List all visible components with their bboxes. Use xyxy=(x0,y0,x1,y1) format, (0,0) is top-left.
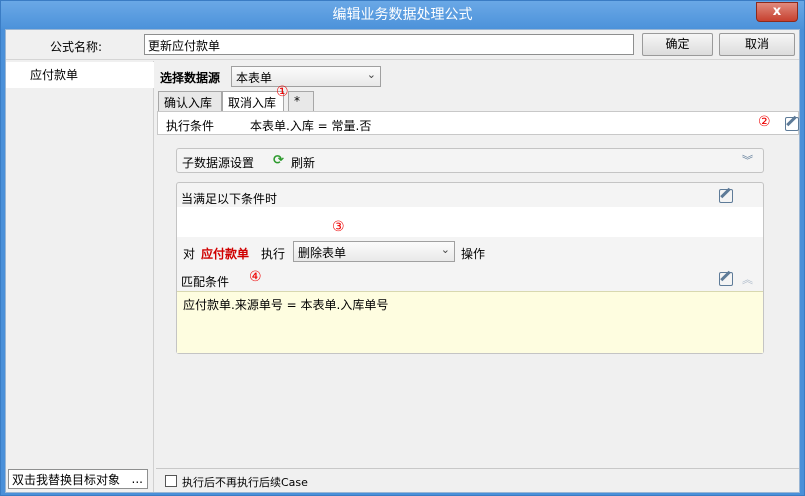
dialog-client: 公式名称: 更新应付款单 确定 取消 应付款单 双击我替换目标对象 ... 选择… xyxy=(5,29,800,493)
main-panel: 选择数据源 本表单 ⌄ 确认入库 取消入库 * ① 执行条件 本表单.入库 = … xyxy=(156,61,799,492)
close-button[interactable]: x xyxy=(756,2,798,22)
operation-value: 删除表单 xyxy=(298,246,347,260)
marker-1: ① xyxy=(276,84,289,100)
formula-name-row: 公式名称: 更新应付款单 确定 取消 xyxy=(6,30,799,60)
tab-cancel-stock-in[interactable]: 取消入库 xyxy=(222,91,284,112)
sidebar-item-payable[interactable]: 应付款单 xyxy=(6,62,154,88)
marker-2: ② xyxy=(758,114,771,130)
refresh-icon[interactable]: ⟳ xyxy=(273,153,284,168)
dialog-window: 编辑业务数据处理公式 x 公式名称: 更新应付款单 确定 取消 应付款单 双击我… xyxy=(0,0,805,496)
marker-3: ③ xyxy=(332,219,345,235)
stop-after-exec-checkbox[interactable] xyxy=(165,475,177,487)
datasource-value: 本表单 xyxy=(236,71,273,85)
execution-condition-label: 执行条件 xyxy=(166,119,215,133)
datasource-label: 选择数据源 xyxy=(160,71,221,85)
footer-bar: 执行后不再执行后续Case xyxy=(156,468,799,492)
collapse-chevron-icon[interactable]: ︽ xyxy=(742,271,753,287)
tab-new[interactable]: * xyxy=(288,91,314,111)
sub-datasource-label: 子数据源设置 xyxy=(182,156,255,170)
operation-select[interactable]: 删除表单 ⌄ xyxy=(293,241,455,262)
match-conditions-label: 匹配条件 xyxy=(181,275,230,289)
edit-icon[interactable] xyxy=(719,272,733,286)
chevron-down-icon: ⌄ xyxy=(440,243,450,256)
sub-datasource-panel: 子数据源设置 ⟳ 刷新 ︾ xyxy=(176,148,764,173)
sidebar: 应付款单 双击我替换目标对象 ... xyxy=(6,61,154,492)
stop-after-exec-label: 执行后不再执行后续Case xyxy=(182,476,308,489)
formula-name-label: 公式名称: xyxy=(50,40,103,54)
title-bar: 编辑业务数据处理公式 x xyxy=(1,1,804,29)
execution-condition-row: 执行条件 本表单.入库 = 常量.否 ② xyxy=(157,111,799,135)
cancel-button[interactable]: 取消 xyxy=(719,33,795,56)
edit-icon[interactable] xyxy=(785,117,799,131)
replace-target-text: 双击我替换目标对象 xyxy=(12,473,121,487)
execution-condition-value: 本表单.入库 = 常量.否 xyxy=(250,119,372,133)
expand-chevron-icon[interactable]: ︾ xyxy=(742,152,753,168)
datasource-select[interactable]: 本表单 ⌄ xyxy=(231,66,381,87)
op-mid: 执行 xyxy=(261,247,286,261)
match-conditions-value: 应付款单.来源单号 = 本表单.入库单号 xyxy=(183,298,389,312)
when-conditions-label: 当满足以下条件时 xyxy=(181,192,278,206)
op-suffix: 操作 xyxy=(461,247,486,261)
replace-target-field[interactable]: 双击我替换目标对象 ... xyxy=(8,469,148,489)
chevron-down-icon: ⌄ xyxy=(366,68,376,81)
when-conditions-area[interactable] xyxy=(177,207,763,237)
ok-button[interactable]: 确定 xyxy=(642,33,713,56)
formula-name-input[interactable]: 更新应付款单 xyxy=(144,34,634,55)
marker-4: ④ xyxy=(249,269,262,285)
window-title: 编辑业务数据处理公式 xyxy=(332,7,473,23)
target-object: 应付款单 xyxy=(201,247,250,261)
browse-button[interactable]: ... xyxy=(132,472,143,486)
conditions-panel: 当满足以下条件时 ③ 对 应付款单 执行 操作 删除表单 ⌄ 匹配条件 ④ ︽ xyxy=(176,182,764,354)
edit-icon[interactable] xyxy=(719,189,733,203)
match-conditions-editor[interactable]: 应付款单.来源单号 = 本表单.入库单号 xyxy=(177,291,763,353)
refresh-button[interactable]: 刷新 xyxy=(291,154,315,171)
tab-confirm-stock-in[interactable]: 确认入库 xyxy=(158,91,222,111)
op-prefix: 对 xyxy=(183,247,196,261)
